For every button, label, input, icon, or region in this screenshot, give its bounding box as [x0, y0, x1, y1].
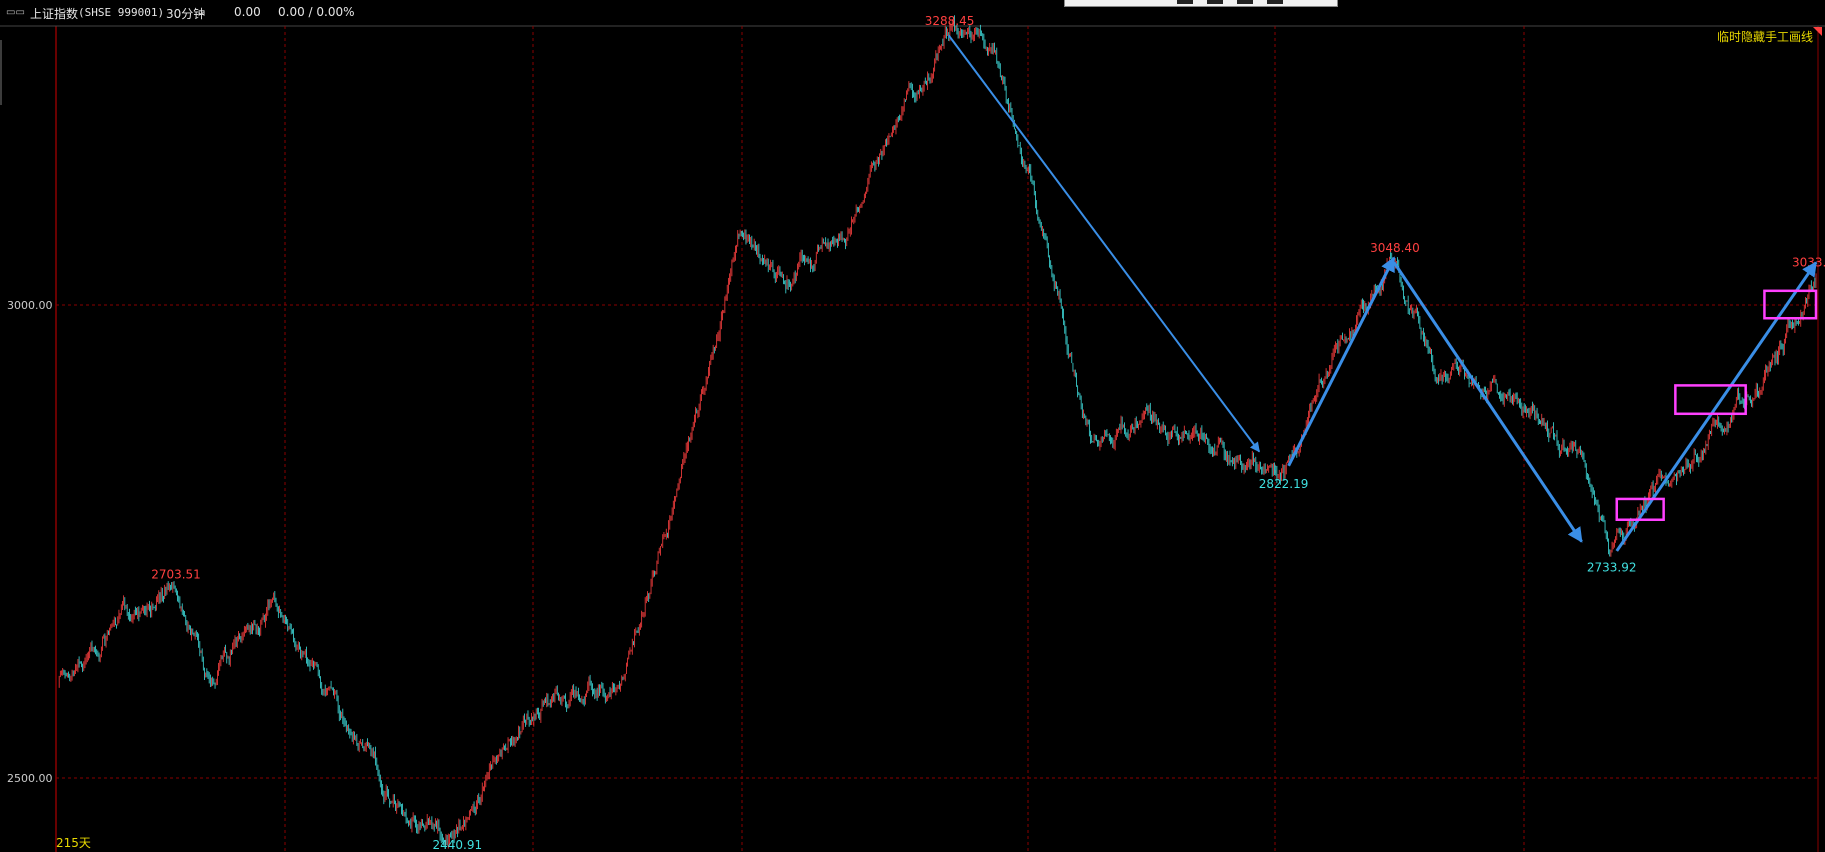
trend-arrow[interactable]: [1287, 256, 1396, 467]
index-name: 上证指数: [30, 7, 79, 21]
y-tick-label: 3000.00: [7, 299, 53, 312]
menu-icon[interactable]: ▭▭: [6, 7, 25, 18]
low-price-label: 2440.91: [432, 838, 482, 852]
high-price-label: 3048.40: [1370, 241, 1420, 255]
minimize-button[interactable]: [1177, 0, 1193, 4]
trend-arrow[interactable]: [947, 34, 1261, 453]
chart-header: ▭▭ 上证指数 (SHSE 999001) 30分钟 ⌄ 0.00 0.00 /…: [0, 0, 1825, 24]
high-price-label: 3033.47: [1792, 255, 1825, 269]
close-button[interactable]: [1267, 0, 1283, 4]
hide-manual-lines-toggle[interactable]: 临时隐藏手工画线: [1717, 28, 1813, 45]
trend-arrow[interactable]: [1615, 261, 1818, 552]
days-count-label: 215天: [56, 836, 91, 850]
restore-button[interactable]: [1207, 0, 1223, 4]
low-price-label: 2822.19: [1259, 477, 1309, 491]
candlestick-chart[interactable]: 2500.003000.002703.512440.913288.452822.…: [0, 0, 1825, 852]
maximize-button[interactable]: [1237, 0, 1253, 4]
chart-window: 2500.00 3000.00 2703.51 2440.91 3288.45 2822.…: [0, 0, 1825, 852]
window-controls: [1064, 0, 1338, 7]
low-price-label: 2733.92: [1587, 561, 1637, 575]
chevron-down-icon[interactable]: ⌄: [196, 4, 206, 18]
change-value: 0.00: [234, 5, 261, 19]
high-price-label: 2703.51: [151, 567, 201, 581]
trend-arrow[interactable]: [1392, 261, 1583, 543]
index-symbol: (SHSE 999001): [78, 6, 165, 19]
y-tick-label: 2500.00: [7, 772, 53, 785]
change-detail: 0.00 / 0.00%: [278, 5, 355, 19]
